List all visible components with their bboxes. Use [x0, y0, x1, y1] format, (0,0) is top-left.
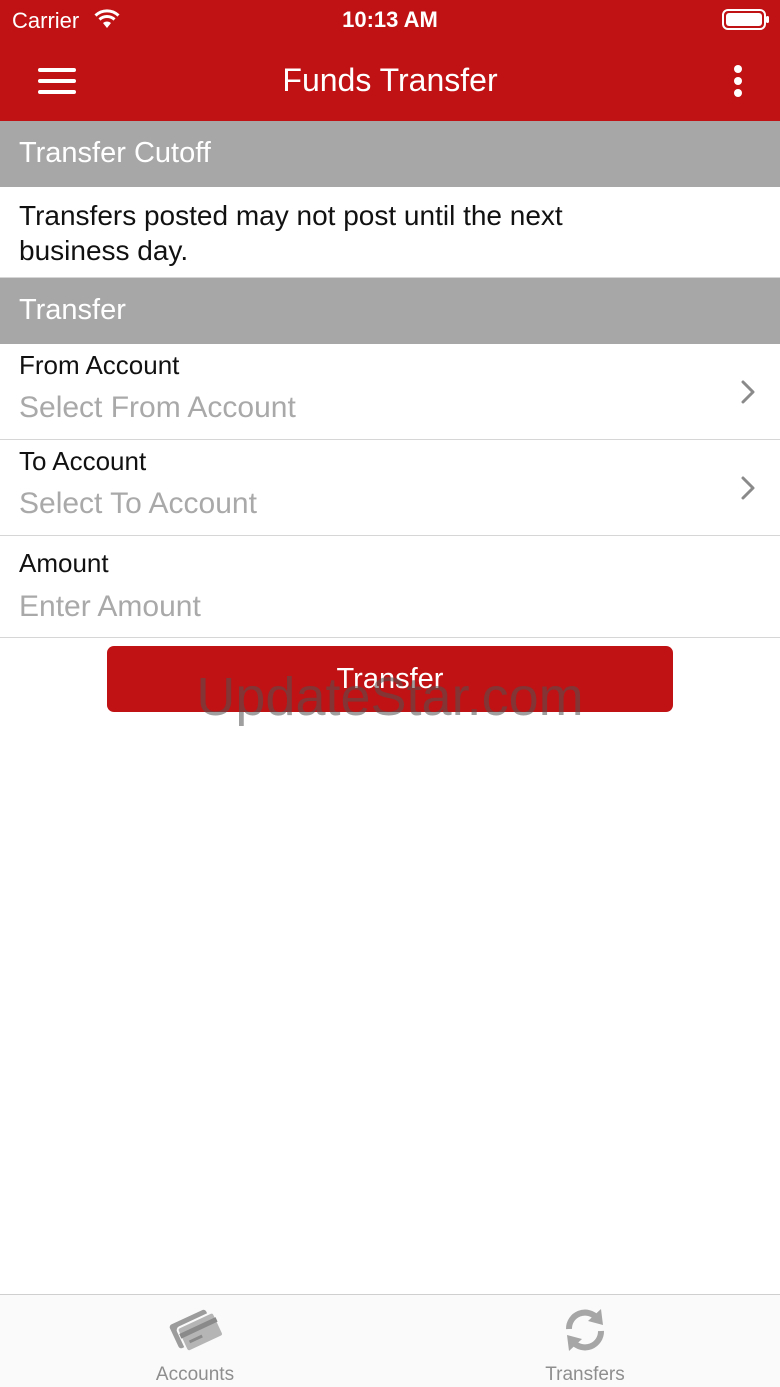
app-header: Carrier 10:13 AM Funds Transfer [0, 0, 780, 121]
chevron-right-icon [741, 476, 755, 500]
battery-icon [722, 9, 769, 30]
to-account-row[interactable]: To Account Select To Account [0, 440, 780, 535]
transfer-section-header: Transfer [0, 278, 780, 344]
divider [0, 637, 780, 638]
chevron-right-icon [741, 380, 755, 404]
amount-label: Amount [19, 548, 109, 578]
amount-input[interactable]: Enter Amount [19, 590, 201, 624]
credit-card-icon [169, 1309, 224, 1353]
cutoff-message: Transfers posted may not post until the … [19, 200, 563, 266]
tab-accounts[interactable]: Accounts [0, 1295, 390, 1387]
to-account-label: To Account [19, 446, 147, 476]
tab-transfers-label: Transfers [545, 1364, 625, 1385]
cutoff-section-title: Transfer Cutoff [19, 137, 211, 169]
to-account-select[interactable]: Select To Account [19, 487, 257, 521]
status-bar: Carrier 10:13 AM [0, 0, 780, 40]
amount-row[interactable]: Amount Enter Amount [0, 536, 780, 637]
from-account-row[interactable]: From Account Select From Account [0, 344, 780, 439]
transfer-section-title: Transfer [19, 294, 126, 326]
from-account-select[interactable]: Select From Account [19, 391, 296, 425]
cutoff-section-header: Transfer Cutoff [0, 121, 780, 187]
transfer-button[interactable]: Transfer [107, 646, 673, 712]
tab-transfers[interactable]: Transfers [390, 1295, 780, 1387]
status-time: 10:13 AM [342, 7, 438, 32]
tab-accounts-label: Accounts [155, 1364, 235, 1385]
page-title: Funds Transfer [282, 62, 498, 98]
from-account-label: From Account [19, 350, 180, 380]
tab-bar: Accounts Transfers [0, 1294, 780, 1387]
nav-bar: Funds Transfer [0, 40, 780, 121]
refresh-arrows-icon [565, 1309, 605, 1351]
more-vertical-icon[interactable] [722, 60, 754, 102]
